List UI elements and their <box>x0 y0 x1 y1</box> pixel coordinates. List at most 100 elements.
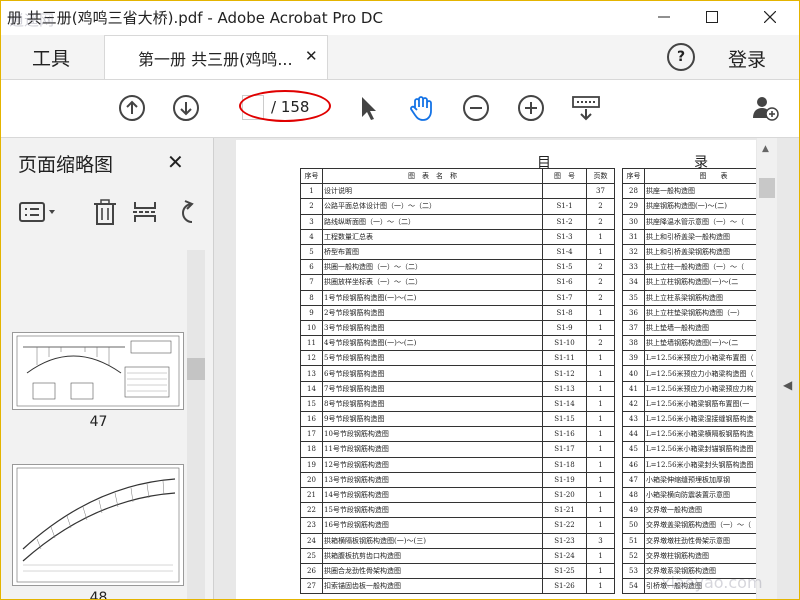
bridge-drawing-thumbnail <box>16 335 180 407</box>
toc-cell-n: 21 <box>300 486 323 504</box>
toc-row: 47 小箱梁伸缩缝预埋板加厚钢 <box>622 471 756 488</box>
scrollbar-thumb[interactable] <box>187 358 205 380</box>
watermark-bottom-right: xiaoyao.com <box>661 573 763 592</box>
previous-page-button[interactable] <box>118 94 146 122</box>
toc-row: 7 拱圈放样坐标表（一）～（二） S1-6 2 <box>300 274 615 291</box>
close-window-button[interactable] <box>747 1 793 33</box>
toc-cell-n: 41 <box>622 380 645 397</box>
toc-row: 50 交界墩盖梁钢筋构造图（一）～（ <box>622 517 756 534</box>
toc-cell-name: L=12.56米小箱梁封锚钢筋构造图 <box>644 441 756 458</box>
toc-cell-pages: 1 <box>586 456 615 473</box>
toc-cell-name: 4号节段钢筋构造图(一)～(二) <box>322 335 543 352</box>
toc-row: 39 L=12.56米预应力小箱梁布置图（ <box>622 350 756 367</box>
toc-row: 36 拱上立柱垫梁钢筋构造图（一） <box>622 304 756 321</box>
close-tab-icon[interactable]: ✕ <box>305 47 318 65</box>
toc-row: 8 1号节段钢筋构造图(一)～(二) S1-7 2 <box>300 289 615 306</box>
next-page-button[interactable] <box>172 94 200 122</box>
toc-cell-pages: 1 <box>586 426 615 443</box>
add-user-button[interactable] <box>751 94 779 122</box>
zoom-out-button[interactable] <box>462 94 490 122</box>
login-button[interactable]: 登录 <box>728 45 766 72</box>
tab-document[interactable]: 第一册 共三册(鸡鸣... ✕ <box>104 35 328 79</box>
toc-cell-n: 6 <box>300 259 323 276</box>
toc-cell-code: S1-16 <box>542 426 587 443</box>
toc-cell-name: 1号节段钢筋构造图(一)～(二) <box>322 289 543 306</box>
toc-row: 10 3号节段钢筋构造图 S1-9 1 <box>300 319 615 337</box>
toc-cell-name: 交界墩墩柱劲性骨架示意图 <box>644 532 756 549</box>
document-scrollbar[interactable]: ▲ <box>757 138 777 599</box>
minimize-button[interactable] <box>641 1 687 33</box>
select-tool-button[interactable] <box>354 94 382 122</box>
toc-cell-pages: 3 <box>586 532 615 549</box>
toc-row: 37 拱上垫墙一般构造图 <box>622 319 756 337</box>
toc-cell-n: 5 <box>300 243 323 261</box>
toc-cell-n: 43 <box>622 410 645 428</box>
scrollbar-thumb[interactable] <box>759 178 775 198</box>
toc-cell-pages: 1 <box>586 547 615 564</box>
extract-page-button[interactable] <box>132 198 158 226</box>
toc-cell-name: L=12.56米小箱梁封头钢筋构造图 <box>644 456 756 473</box>
toc-cell-n: 44 <box>622 426 645 443</box>
zoom-out-icon <box>463 95 489 121</box>
toc-cell-n: 33 <box>622 259 645 276</box>
toc-cell-name: 拱箱腹板抗剪齿口构造图 <box>322 547 543 564</box>
maximize-button[interactable] <box>689 1 735 33</box>
toc-cell-pages: 1 <box>586 502 615 519</box>
toc-cell-name: 拱箱横隔板钢筋构造图(一)～(三) <box>322 532 543 549</box>
close-pane-icon[interactable]: ✕ <box>167 150 184 174</box>
rotate-left-icon <box>182 200 194 223</box>
toc-cell-n: 49 <box>622 502 645 519</box>
rotate-page-button[interactable] <box>174 198 200 226</box>
toc-cell-name: L=12.56米小箱梁钢筋布置图(一 <box>644 395 756 413</box>
toc-cell-n: 19 <box>300 456 323 473</box>
toc-row: 22 15号节段钢筋构造图 S1-21 1 <box>300 502 615 519</box>
toc-cell-pages: 2 <box>586 335 615 352</box>
toc-cell-name: 拱上垫墙一般构造图 <box>644 319 756 337</box>
toc-cell-n: 8 <box>300 289 323 306</box>
toc-row: 38 拱上垫墙钢筋构造图(一)～(二 <box>622 335 756 352</box>
thumbnail-page-47[interactable] <box>12 332 184 410</box>
toc-row: 9 2号节段钢筋构造图 S1-8 1 <box>300 304 615 321</box>
acrobat-window: 册 共三册(鸡鸣三省大桥).pdf - Adobe Acrobat Pro DC… <box>0 0 800 600</box>
toc-cell-n: 18 <box>300 441 323 458</box>
page-display-button[interactable] <box>571 94 601 122</box>
toc-cell-n: 13 <box>300 365 323 382</box>
toc-row: 1 设计说明 37 <box>300 183 615 200</box>
delete-page-button[interactable] <box>91 198 119 226</box>
thumbnail-page-48[interactable] <box>12 464 184 586</box>
toc-row: 31 拱上和引桥盖梁一般构造图 <box>622 228 756 245</box>
keyboard-download-icon <box>572 96 600 121</box>
thumbnail-scrollbar[interactable] <box>187 250 205 599</box>
thumbnail-label: 47 <box>89 414 108 430</box>
toc-cell-code: S1-1 <box>542 198 587 215</box>
toc-cell-code: S1-20 <box>542 486 587 504</box>
toc-row: 19 12号节段钢筋构造图 S1-18 1 <box>300 456 615 473</box>
toc-cell-name: L=12.56米小箱梁湿接缝钢筋构造 <box>644 410 756 428</box>
toc-cell-code: S1-23 <box>542 532 587 549</box>
toc-cell-code: S1-13 <box>542 380 587 397</box>
hand-tool-button[interactable] <box>407 94 435 122</box>
toc-cell-name: 拱上立柱垫梁钢筋构造图（一） <box>644 304 756 321</box>
toc-cell-name: 拱圈放样坐标表（一）～（二） <box>322 274 543 291</box>
toc-cell-pages: 1 <box>586 228 615 245</box>
zoom-in-button[interactable] <box>517 94 545 122</box>
toc-cell-n: 23 <box>300 517 323 534</box>
expand-right-pane-icon[interactable]: ◀ <box>783 378 792 392</box>
toc-table-right: 序号 图 表 28 拱座一般构造图 29 拱座钢筋构造图(一)～(二) 30 拱座降温水管… <box>622 167 756 595</box>
toc-cell-name: 拱上和引桥盖梁一般构造图 <box>644 228 756 245</box>
toc-cell-name: 交界墩一般构造图 <box>644 502 756 519</box>
toc-cell-n: 45 <box>622 441 645 458</box>
title-bar: 册 共三册(鸡鸣三省大桥).pdf - Adobe Acrobat Pro DC… <box>1 1 799 33</box>
highlight-annotation <box>239 90 331 122</box>
tab-tools[interactable]: 工具 <box>1 35 101 79</box>
toc-cell-n: 40 <box>622 365 645 382</box>
arch-drawing-thumbnail <box>16 467 180 583</box>
tab-document-label: 第一册 共三册(鸡鸣... <box>138 49 293 69</box>
toc-cell-n: 27 <box>300 578 323 595</box>
thumbnail-options-button[interactable] <box>18 198 58 226</box>
toc-cell-pages: 2 <box>586 213 615 230</box>
help-button[interactable]: ? <box>667 43 695 71</box>
scroll-up-icon[interactable]: ▲ <box>762 144 769 154</box>
split-page-icon <box>133 202 157 222</box>
toc-cell-code: S1-22 <box>542 517 587 534</box>
